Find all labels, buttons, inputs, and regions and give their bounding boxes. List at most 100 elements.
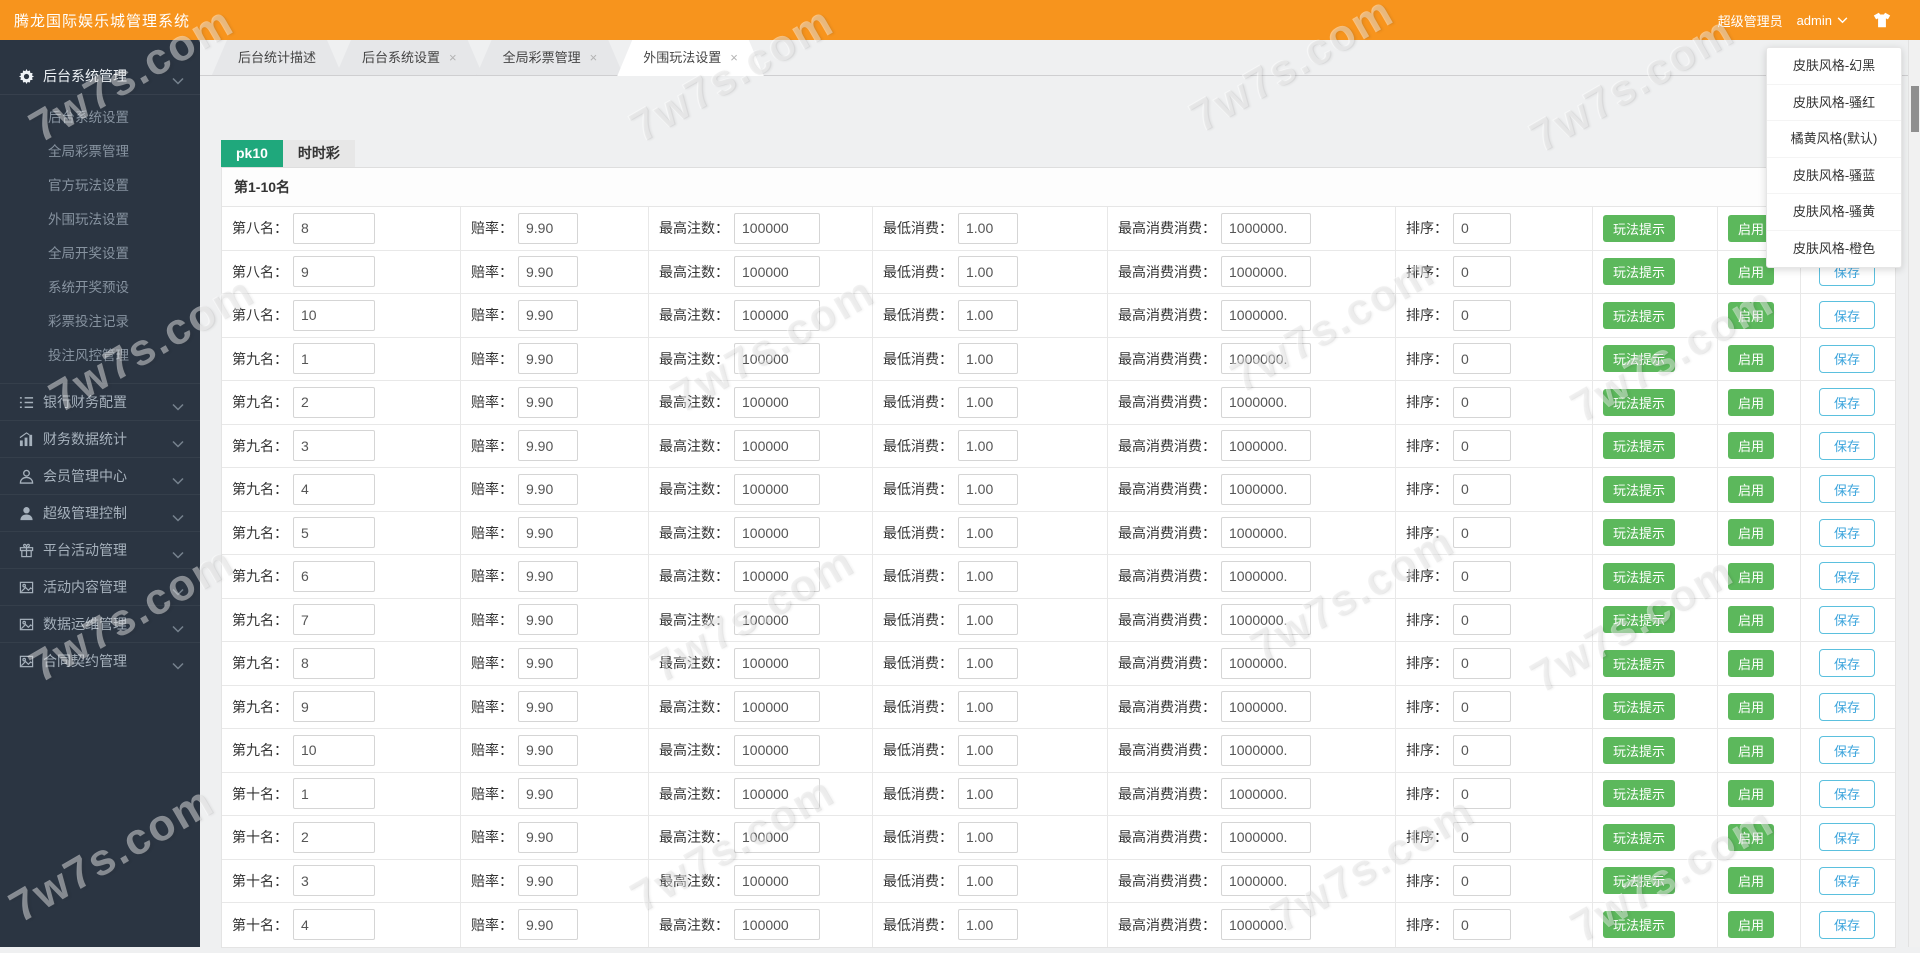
- min-consume-input[interactable]: [958, 778, 1018, 810]
- lottery-tab-时时彩[interactable]: 时时彩: [282, 140, 355, 167]
- max-consume-input[interactable]: [1221, 560, 1311, 592]
- tip-button[interactable]: 玩法提示: [1603, 519, 1676, 547]
- odds-input[interactable]: [518, 821, 578, 853]
- rank-number-input[interactable]: [293, 821, 375, 853]
- enable-button[interactable]: 启用: [1728, 519, 1775, 547]
- max-consume-input[interactable]: [1221, 343, 1311, 375]
- odds-input[interactable]: [518, 865, 578, 897]
- skin-menu-item-3[interactable]: 皮肤风格-骚蓝: [1767, 158, 1901, 194]
- odds-input[interactable]: [518, 909, 578, 941]
- save-button[interactable]: 保存: [1819, 823, 1876, 852]
- scrollbar-track[interactable]: [1908, 40, 1920, 947]
- min-consume-input[interactable]: [958, 865, 1018, 897]
- close-icon[interactable]: ×: [730, 50, 738, 65]
- enable-button[interactable]: 启用: [1728, 388, 1775, 416]
- max-consume-input[interactable]: [1221, 691, 1311, 723]
- sort-input[interactable]: [1453, 865, 1511, 897]
- max-consume-input[interactable]: [1221, 212, 1311, 244]
- enable-button[interactable]: 启用: [1728, 867, 1775, 895]
- enable-button[interactable]: 启用: [1728, 649, 1775, 677]
- sidebar-item-2[interactable]: 财务数据统计: [0, 420, 200, 457]
- max-consume-input[interactable]: [1221, 604, 1311, 636]
- max-consume-input[interactable]: [1221, 734, 1311, 766]
- tip-button[interactable]: 玩法提示: [1603, 780, 1676, 808]
- save-button[interactable]: 保存: [1819, 736, 1876, 765]
- sort-input[interactable]: [1453, 212, 1511, 244]
- min-consume-input[interactable]: [958, 256, 1018, 288]
- rank-number-input[interactable]: [293, 517, 375, 549]
- sidebar-subitem-0-6[interactable]: 彩票投注记录: [0, 305, 200, 339]
- rank-number-input[interactable]: [293, 778, 375, 810]
- min-consume-input[interactable]: [958, 647, 1018, 679]
- odds-input[interactable]: [518, 343, 578, 375]
- min-consume-input[interactable]: [958, 212, 1018, 244]
- sidebar-item-7[interactable]: 数据运维管理: [0, 605, 200, 642]
- workspace-tab-3[interactable]: 外围玩法设置 ×: [617, 40, 764, 76]
- enable-button[interactable]: 启用: [1728, 301, 1775, 329]
- tip-button[interactable]: 玩法提示: [1603, 649, 1676, 677]
- scrollbar-thumb[interactable]: [1911, 86, 1919, 132]
- odds-input[interactable]: [518, 473, 578, 505]
- max-bets-input[interactable]: [734, 386, 820, 418]
- odds-input[interactable]: [518, 517, 578, 549]
- sort-input[interactable]: [1453, 256, 1511, 288]
- rank-number-input[interactable]: [293, 473, 375, 505]
- enable-button[interactable]: 启用: [1728, 911, 1775, 939]
- sidebar-subitem-0-5[interactable]: 系统开奖预设: [0, 271, 200, 305]
- workspace-tab-2[interactable]: 全局彩票管理 ×: [477, 40, 624, 75]
- save-button[interactable]: 保存: [1819, 779, 1876, 808]
- rank-number-input[interactable]: [293, 909, 375, 941]
- sort-input[interactable]: [1453, 299, 1511, 331]
- tip-button[interactable]: 玩法提示: [1603, 258, 1676, 286]
- max-bets-input[interactable]: [734, 647, 820, 679]
- sort-input[interactable]: [1453, 560, 1511, 592]
- sort-input[interactable]: [1453, 734, 1511, 766]
- tip-button[interactable]: 玩法提示: [1603, 693, 1676, 721]
- max-bets-input[interactable]: [734, 256, 820, 288]
- enable-button[interactable]: 启用: [1728, 475, 1775, 503]
- rank-number-input[interactable]: [293, 560, 375, 592]
- save-button[interactable]: 保存: [1819, 562, 1876, 591]
- rank-number-input[interactable]: [293, 256, 375, 288]
- tip-button[interactable]: 玩法提示: [1603, 432, 1676, 460]
- skin-menu-item-1[interactable]: 皮肤风格-骚红: [1767, 85, 1901, 121]
- skin-menu-item-4[interactable]: 皮肤风格-骚黄: [1767, 194, 1901, 231]
- enable-button[interactable]: 启用: [1728, 562, 1775, 590]
- min-consume-input[interactable]: [958, 473, 1018, 505]
- tip-button[interactable]: 玩法提示: [1603, 911, 1676, 939]
- max-bets-input[interactable]: [734, 343, 820, 375]
- enable-button[interactable]: 启用: [1728, 736, 1775, 764]
- save-button[interactable]: 保存: [1819, 518, 1876, 547]
- min-consume-input[interactable]: [958, 299, 1018, 331]
- sort-input[interactable]: [1453, 517, 1511, 549]
- max-bets-input[interactable]: [734, 821, 820, 853]
- skin-menu-item-2[interactable]: 橘黄风格(默认): [1767, 121, 1901, 158]
- max-bets-input[interactable]: [734, 734, 820, 766]
- odds-input[interactable]: [518, 430, 578, 462]
- max-consume-input[interactable]: [1221, 386, 1311, 418]
- max-consume-input[interactable]: [1221, 647, 1311, 679]
- min-consume-input[interactable]: [958, 734, 1018, 766]
- sort-input[interactable]: [1453, 604, 1511, 636]
- sort-input[interactable]: [1453, 909, 1511, 941]
- tip-button[interactable]: 玩法提示: [1603, 301, 1676, 329]
- save-button[interactable]: 保存: [1819, 475, 1876, 504]
- min-consume-input[interactable]: [958, 821, 1018, 853]
- odds-input[interactable]: [518, 691, 578, 723]
- max-consume-input[interactable]: [1221, 865, 1311, 897]
- sidebar-subitem-0-3[interactable]: 外围玩法设置: [0, 203, 200, 237]
- odds-input[interactable]: [518, 734, 578, 766]
- min-consume-input[interactable]: [958, 386, 1018, 418]
- max-consume-input[interactable]: [1221, 778, 1311, 810]
- close-icon[interactable]: ×: [449, 50, 457, 65]
- save-button[interactable]: 保存: [1819, 910, 1876, 939]
- min-consume-input[interactable]: [958, 343, 1018, 375]
- save-button[interactable]: 保存: [1819, 388, 1876, 417]
- rank-number-input[interactable]: [293, 734, 375, 766]
- max-bets-input[interactable]: [734, 212, 820, 244]
- max-bets-input[interactable]: [734, 299, 820, 331]
- save-button[interactable]: 保存: [1819, 866, 1876, 895]
- save-button[interactable]: 保存: [1819, 344, 1876, 373]
- tip-button[interactable]: 玩法提示: [1603, 562, 1676, 590]
- sort-input[interactable]: [1453, 343, 1511, 375]
